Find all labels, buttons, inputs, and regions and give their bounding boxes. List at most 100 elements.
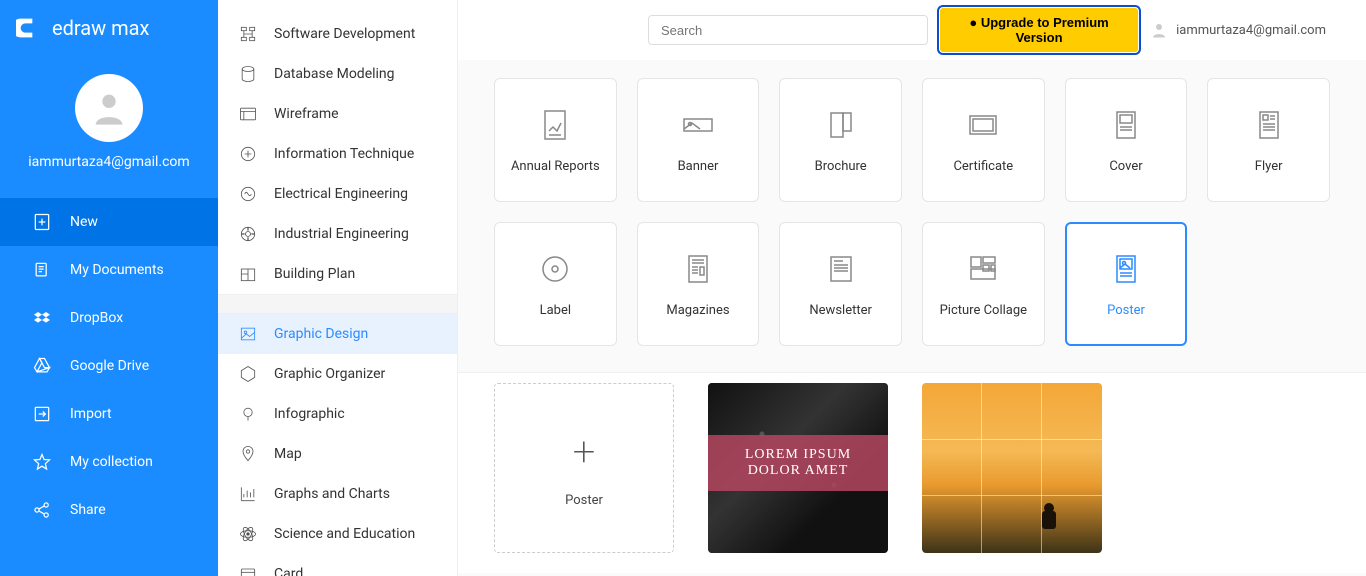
card-label: Banner [678, 159, 719, 174]
template-cards-grid: Annual Reports Banner Brochure Certifica… [458, 60, 1366, 372]
cat-science-education[interactable]: Science and Education [218, 514, 457, 554]
nav-label: Google Drive [70, 358, 149, 374]
profile-section: iammurtaza4@gmail.com [0, 56, 218, 182]
flyer-icon [1251, 107, 1287, 143]
card-picture-collage[interactable]: Picture Collage [922, 222, 1045, 346]
cat-label: Database Modeling [274, 66, 395, 82]
card-label: Annual Reports [511, 159, 600, 174]
card-brochure[interactable]: Brochure [779, 78, 902, 202]
cat-card[interactable]: Card [218, 554, 457, 576]
cat-label: Graphic Organizer [274, 366, 385, 382]
card-newsletter[interactable]: Newsletter [779, 222, 902, 346]
collage-icon [965, 251, 1001, 287]
tpl-new-poster[interactable]: + Poster [494, 383, 674, 553]
grid-overlay [922, 383, 1102, 553]
avatar[interactable] [75, 74, 143, 142]
cover-icon [1108, 107, 1144, 143]
primary-sidebar: edraw max iammurtaza4@gmail.com New My D… [0, 0, 218, 576]
nav-label: DropBox [70, 310, 123, 326]
category-divider [218, 294, 457, 314]
cat-infographic[interactable]: Infographic [218, 394, 457, 434]
user-email: iammurtaza4@gmail.com [1176, 23, 1326, 38]
nav-my-collection[interactable]: My collection [0, 438, 218, 486]
import-icon [32, 404, 52, 424]
search-wrap [648, 15, 928, 45]
dropbox-icon [32, 308, 52, 328]
nav-label: New [70, 214, 98, 230]
tpl-label: Poster [565, 493, 603, 508]
newsletter-icon [823, 251, 859, 287]
card-label: Newsletter [809, 303, 872, 318]
cat-software-development[interactable]: Software Development [218, 14, 457, 54]
nav-google-drive[interactable]: Google Drive [0, 342, 218, 390]
card-label: Brochure [815, 159, 867, 174]
tpl-text-band: LOREM IPSUM DOLOR AMET [708, 435, 888, 491]
search-input[interactable] [648, 15, 928, 45]
cat-electrical-engineering[interactable]: Electrical Engineering [218, 174, 457, 214]
cat-graphs-charts[interactable]: Graphs and Charts [218, 474, 457, 514]
poster-icon [1108, 251, 1144, 287]
card-poster[interactable]: Poster [1065, 222, 1188, 346]
tpl-line1: LOREM IPSUM [745, 447, 851, 463]
cat-label: Graphs and Charts [274, 486, 390, 502]
magazine-icon [680, 251, 716, 287]
cat-graphic-design[interactable]: Graphic Design [218, 314, 457, 354]
card-flyer[interactable]: Flyer [1207, 78, 1330, 202]
nav-label: Share [70, 502, 106, 518]
report-icon [537, 107, 573, 143]
cat-information-technique[interactable]: Information Technique [218, 134, 457, 174]
user-icon [89, 88, 129, 128]
cat-map[interactable]: Map [218, 434, 457, 474]
card-banner[interactable]: Banner [637, 78, 760, 202]
card-label: Label [540, 303, 571, 318]
nav-label: My collection [70, 454, 153, 470]
gdrive-icon [32, 356, 52, 376]
cat-label: Information Technique [274, 146, 414, 162]
cat-label: Wireframe [274, 106, 339, 122]
cat-graphic-organizer[interactable]: Graphic Organizer [218, 354, 457, 394]
category-group-top: Software Development Database Modeling W… [218, 0, 457, 294]
plus-doc-icon [32, 212, 52, 232]
card-magazines[interactable]: Magazines [637, 222, 760, 346]
template-thumbnails: + Poster LOREM IPSUM DOLOR AMET [458, 372, 1366, 573]
cat-label: Industrial Engineering [274, 226, 409, 242]
upgrade-button[interactable]: ● Upgrade to Premium Version [940, 8, 1138, 52]
nav-share[interactable]: Share [0, 486, 218, 534]
brochure-icon [823, 107, 859, 143]
card-annual-reports[interactable]: Annual Reports [494, 78, 617, 202]
documents-icon [32, 260, 52, 280]
nav-dropbox[interactable]: DropBox [0, 294, 218, 342]
plus-icon: + [573, 428, 596, 475]
cat-label: Building Plan [274, 266, 355, 282]
label-icon [537, 251, 573, 287]
user-info[interactable]: iammurtaza4@gmail.com [1150, 21, 1346, 39]
tpl-line2: DOLOR AMET [748, 463, 849, 479]
category-group-bottom: Graphic Design Graphic Organizer Infogra… [218, 314, 457, 576]
tpl-sample-sunset[interactable] [922, 383, 1102, 553]
card-label: Certificate [953, 159, 1013, 174]
cat-label: Graphic Design [274, 326, 368, 342]
card-label: Magazines [666, 303, 729, 318]
card-label: Flyer [1255, 159, 1283, 174]
nav-import[interactable]: Import [0, 390, 218, 438]
nav-label: My Documents [70, 262, 164, 278]
brand-name: edraw max [52, 16, 149, 40]
silhouette-icon [1036, 503, 1062, 533]
card-cover[interactable]: Cover [1065, 78, 1188, 202]
cat-industrial-engineering[interactable]: Industrial Engineering [218, 214, 457, 254]
nav-label: Import [70, 406, 112, 422]
cat-building-plan[interactable]: Building Plan [218, 254, 457, 294]
cat-label: Map [274, 446, 302, 462]
nav-new[interactable]: New [0, 198, 218, 246]
share-icon [32, 500, 52, 520]
cat-wireframe[interactable]: Wireframe [218, 94, 457, 134]
card-label[interactable]: Label [494, 222, 617, 346]
category-sidebar: Software Development Database Modeling W… [218, 0, 458, 576]
tpl-sample-lorem[interactable]: LOREM IPSUM DOLOR AMET [708, 383, 888, 553]
nav-my-documents[interactable]: My Documents [0, 246, 218, 294]
card-certificate[interactable]: Certificate [922, 78, 1045, 202]
cat-label: Software Development [274, 26, 415, 42]
user-icon [1150, 21, 1168, 39]
primary-nav: New My Documents DropBox Google Drive Im… [0, 198, 218, 534]
cat-database-modeling[interactable]: Database Modeling [218, 54, 457, 94]
